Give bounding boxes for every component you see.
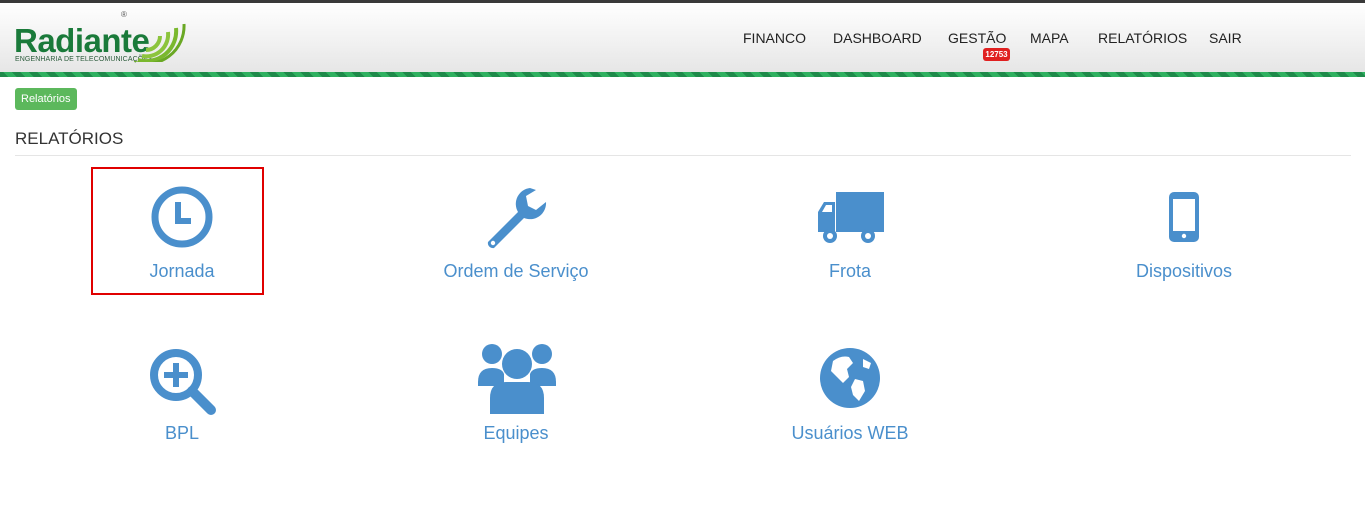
users-icon [478, 344, 556, 414]
tile-label-dispositivos: Dispositivos [1135, 261, 1233, 281]
tile-label-ordem-de-servico: Ordem de Serviço [443, 261, 589, 281]
brand-logo[interactable]: Radiante ® ENGENHARIA DE TELECOMUNICAÇÕE… [14, 8, 194, 68]
gestao-count-badge: 12753 [983, 48, 1010, 61]
tile-bpl[interactable]: BPL [92, 342, 272, 452]
tile-dispositivos[interactable]: Dispositivos [1094, 180, 1274, 290]
nav-dashboard[interactable]: DASHBOARD [833, 30, 922, 50]
nav-mapa[interactable]: MAPA [1030, 30, 1069, 50]
tile-ordem-de-servico[interactable]: Ordem de Serviço [426, 180, 606, 290]
globe-icon [820, 348, 880, 408]
nav-financo[interactable]: FINANCO [743, 30, 806, 50]
selection-highlight [91, 167, 264, 295]
truck-icon [818, 192, 884, 243]
tile-frota[interactable]: Frota [760, 180, 940, 290]
wrench-icon [487, 188, 547, 249]
signal-waves-icon [134, 23, 186, 62]
title-divider [15, 155, 1351, 156]
tile-equipes[interactable]: Equipes [426, 342, 606, 452]
tile-label-bpl: BPL [164, 423, 200, 443]
nav-sair[interactable]: SAIR [1209, 30, 1242, 50]
mobile-icon [1169, 192, 1199, 242]
header-stripe [0, 72, 1365, 77]
tile-label-frota: Frota [828, 261, 871, 281]
nav-relatorios[interactable]: RELATÓRIOS [1098, 30, 1187, 50]
nav-gestao[interactable]: GESTÃO [948, 30, 1006, 50]
tile-usuarios-web[interactable]: Usuários WEB [760, 342, 940, 452]
breadcrumb-relatorios[interactable]: Relatórios [15, 88, 77, 110]
tile-label-usuarios-web: Usuários WEB [791, 423, 909, 443]
tile-label-equipes: Equipes [483, 423, 549, 443]
zoom-in-icon [150, 349, 216, 415]
page-title: RELATÓRIOS [15, 129, 124, 148]
